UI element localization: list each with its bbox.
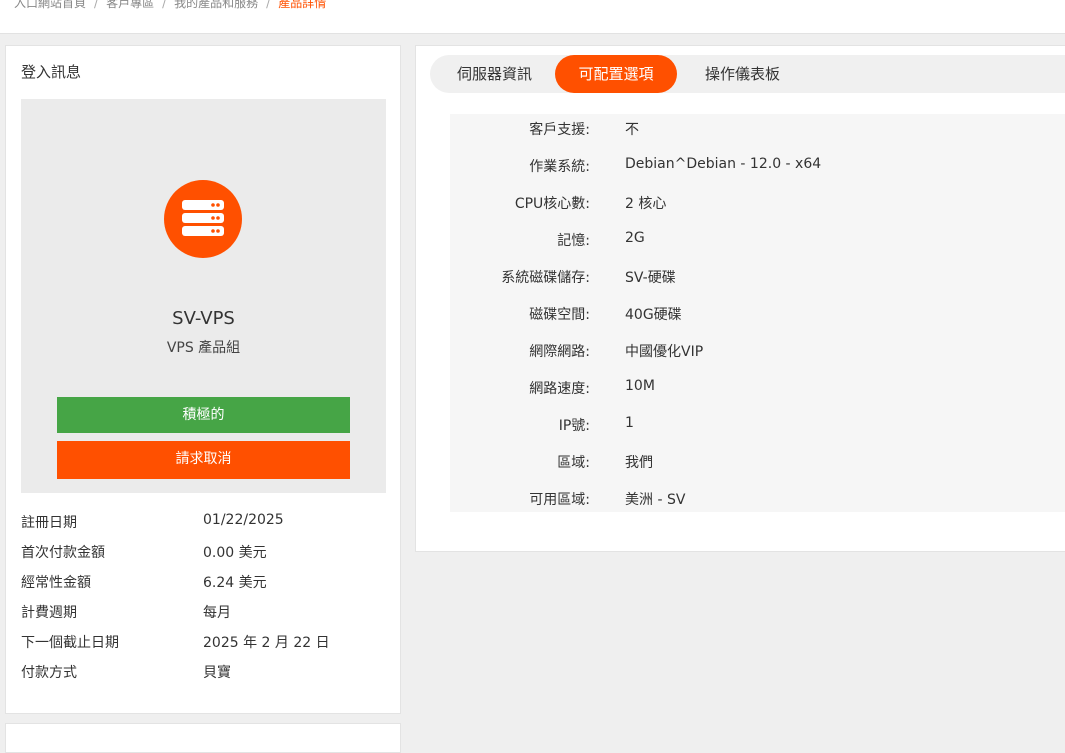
option-row-region: 區域: 我們: [450, 447, 1065, 484]
top-bar: 入口網站首頁 / 客戶專區 / 我的產品和服務 / 產品詳情: [0, 0, 1065, 34]
option-label: IP號:: [558, 418, 590, 434]
option-row-os: 作業系統: Debian^Debian - 12.0 - x64: [450, 151, 1065, 188]
detail-label: 計費週期: [21, 605, 77, 621]
panel-title: 登入訊息: [21, 63, 82, 81]
option-value: 2 核心: [625, 196, 667, 212]
detail-value: 6.24 美元: [203, 575, 267, 591]
option-row-cpu: CPU核心數: 2 核心: [450, 188, 1065, 225]
option-row-system-disk: 系統磁碟儲存: SV-硬碟: [450, 262, 1065, 299]
breadcrumb-separator: /: [266, 0, 271, 10]
product-summary-box: SV-VPS VPS 產品組 積極的 請求取消: [21, 99, 386, 493]
detail-value: 0.00 美元: [203, 545, 267, 561]
detail-label: 經常性金額: [21, 575, 91, 591]
option-row-ip-count: IP號: 1: [450, 410, 1065, 447]
server-icon: [164, 180, 242, 258]
billing-details-list: 註冊日期 01/22/2025 首次付款金額 0.00 美元 經常性金額 6.2…: [21, 507, 391, 687]
option-value: 10M: [625, 378, 655, 394]
breadcrumb-home[interactable]: 入口網站首頁: [14, 0, 86, 10]
option-value: Debian^Debian - 12.0 - x64: [625, 156, 822, 172]
detail-value: 2025 年 2 月 22 日: [203, 635, 330, 651]
secondary-panel: [5, 723, 401, 753]
configurable-options-table: 客戶支援: 不 作業系統: Debian^Debian - 12.0 - x64…: [450, 114, 1065, 512]
breadcrumb-my-services[interactable]: 我的產品和服務: [174, 0, 258, 10]
breadcrumb-current: 產品詳情: [278, 0, 327, 10]
tab-bar: 伺服器資訊 可配置選項 操作儀表板: [430, 55, 1065, 93]
detail-label: 下一個截止日期: [21, 635, 119, 651]
option-value: 2G: [625, 230, 645, 246]
detail-label: 首次付款金額: [21, 545, 105, 561]
option-label: 作業系統:: [529, 159, 590, 175]
detail-value: 貝寶: [203, 665, 231, 681]
product-name: SV-VPS: [172, 308, 235, 329]
option-value: 美洲 - SV: [625, 492, 686, 508]
request-cancel-button[interactable]: 請求取消: [57, 441, 350, 479]
tab-control-panel[interactable]: 操作儀表板: [705, 55, 780, 93]
detail-row-recurring-amount: 經常性金額 6.24 美元: [21, 567, 391, 597]
option-value: SV-硬碟: [625, 270, 676, 286]
option-label: 記憶:: [557, 233, 590, 249]
detail-row-payment-method: 付款方式 貝寶: [21, 657, 391, 687]
option-label: 網際網路:: [529, 344, 590, 360]
tab-server-info[interactable]: 伺服器資訊: [457, 55, 532, 93]
detail-label: 註冊日期: [21, 515, 77, 531]
server-icon-graphic: [182, 200, 224, 236]
detail-row-first-payment: 首次付款金額 0.00 美元: [21, 537, 391, 567]
option-value: 不: [625, 122, 639, 138]
product-group: VPS 產品組: [166, 340, 241, 356]
detail-row-registration-date: 註冊日期 01/22/2025: [21, 507, 391, 537]
option-value: 中國優化VIP: [625, 344, 704, 360]
option-label: 可用區域:: [529, 492, 590, 508]
option-value: 1: [625, 415, 634, 431]
service-detail-panel: 伺服器資訊 可配置選項 操作儀表板 客戶支援: 不 作業系統: Debian^D…: [415, 45, 1065, 552]
breadcrumb: 入口網站首頁 / 客戶專區 / 我的產品和服務 / 產品詳情: [14, 0, 326, 11]
option-value: 我們: [625, 455, 653, 471]
breadcrumb-separator: /: [162, 0, 167, 10]
detail-row-next-due-date: 下一個截止日期 2025 年 2 月 22 日: [21, 627, 391, 657]
option-label: 區域:: [557, 455, 590, 471]
status-active-button[interactable]: 積極的: [57, 397, 350, 433]
breadcrumb-separator: /: [94, 0, 99, 10]
option-row-disk-space: 磁碟空間: 40G硬碟: [450, 299, 1065, 336]
detail-row-billing-cycle: 計費週期 每月: [21, 597, 391, 627]
breadcrumb-client-area[interactable]: 客戶專區: [106, 0, 154, 10]
detail-label: 付款方式: [21, 665, 77, 681]
option-row-support: 客戶支援: 不: [450, 114, 1065, 151]
detail-value: 01/22/2025: [203, 512, 284, 528]
option-value: 40G硬碟: [625, 307, 682, 323]
option-row-memory: 記憶: 2G: [450, 225, 1065, 262]
option-row-bandwidth: 網路速度: 10M: [450, 373, 1065, 410]
detail-value: 每月: [203, 605, 231, 621]
option-label: 客戶支援:: [529, 122, 590, 138]
option-label: 系統磁碟儲存:: [501, 270, 590, 286]
option-label: CPU核心數:: [514, 196, 590, 212]
option-label: 磁碟空間:: [529, 307, 590, 323]
option-row-availability-zone: 可用區域: 美洲 - SV: [450, 484, 1065, 521]
option-row-network: 網際網路: 中國優化VIP: [450, 336, 1065, 373]
option-label: 網路速度:: [529, 381, 590, 397]
login-info-panel: 登入訊息 SV-VPS VPS 產品組 積極的 請求取消 註冊日期 01/22/…: [5, 45, 401, 714]
tab-configurable-options[interactable]: 可配置選項: [555, 55, 677, 93]
